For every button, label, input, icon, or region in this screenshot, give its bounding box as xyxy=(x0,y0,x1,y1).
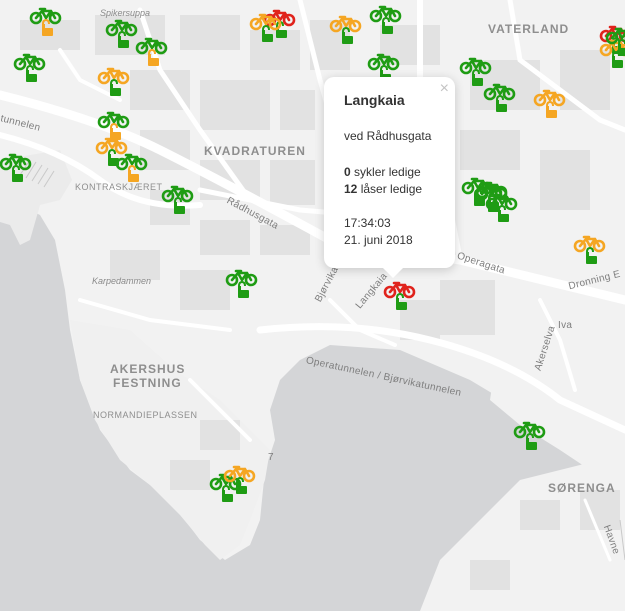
bike-station-marker[interactable] xyxy=(369,5,406,44)
bikes-count: 0 xyxy=(344,165,351,179)
label-sorenga: SØRENGA xyxy=(548,481,616,495)
label-iva: Iva xyxy=(558,320,573,331)
bike-station-marker[interactable] xyxy=(513,421,550,460)
bike-station-marker[interactable] xyxy=(0,153,36,192)
close-icon[interactable]: × xyxy=(440,80,449,98)
bike-station-marker[interactable] xyxy=(329,15,366,54)
lock-icon xyxy=(618,38,625,56)
label-karpedammen: Karpedammen xyxy=(92,276,152,286)
locks-count: 12 xyxy=(344,182,358,196)
bike-station-marker[interactable] xyxy=(225,269,262,308)
bike-station-marker[interactable] xyxy=(475,183,512,222)
bike-station-marker[interactable] xyxy=(161,185,198,224)
label-kvadraturen: KVADRATUREN xyxy=(204,144,306,158)
station-popup: × Langkaia ved Rådhusgata 0 sykler ledig… xyxy=(324,77,455,278)
bike-station-marker[interactable] xyxy=(483,83,520,122)
bike-station-marker[interactable] xyxy=(13,53,50,92)
label-akershus: AKERSHUS xyxy=(110,362,186,376)
bike-station-marker[interactable] xyxy=(533,89,570,128)
popup-title: Langkaia xyxy=(344,92,405,108)
bikes-label: sykler ledige xyxy=(354,165,421,179)
label-spikersuppa: Spikersuppa xyxy=(100,8,151,18)
bike-station-marker[interactable] xyxy=(97,67,134,106)
bike-station-marker[interactable] xyxy=(605,27,625,66)
label-vaterland: VATERLAND xyxy=(488,22,570,36)
bike-station-marker[interactable] xyxy=(135,37,172,76)
bike-station-marker[interactable] xyxy=(383,281,420,320)
map-canvas[interactable] xyxy=(0,0,625,611)
bike-station-marker[interactable] xyxy=(223,465,260,504)
label-festning: FESTNING xyxy=(113,376,182,390)
bike-station-marker[interactable] xyxy=(115,153,152,192)
label-normandieplassen: NORMANDIEPLASSEN xyxy=(93,410,198,420)
locks-label: låser ledige xyxy=(360,182,423,196)
bike-station-marker[interactable] xyxy=(249,13,286,52)
popup-locks: 12 låser ledige xyxy=(344,182,422,196)
bike-station-marker[interactable] xyxy=(573,235,610,274)
popup-address: ved Rådhusgata xyxy=(344,129,432,143)
bike-station-marker[interactable] xyxy=(29,7,66,46)
popup-time: 17:34:03 xyxy=(344,216,391,230)
popup-date: 21. juni 2018 xyxy=(344,233,413,247)
popup-bikes: 0 sykler ledige xyxy=(344,165,421,179)
label-route-7: 7 xyxy=(268,452,274,463)
